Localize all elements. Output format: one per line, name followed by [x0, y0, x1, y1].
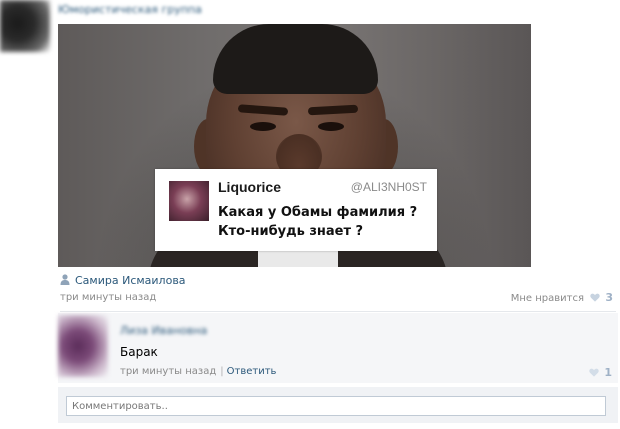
- post-divider: [60, 311, 616, 312]
- reply-link[interactable]: Ответить: [227, 366, 277, 377]
- post-like-button[interactable]: Мне нравится 3: [511, 291, 613, 304]
- person-icon: [60, 274, 70, 285]
- comment-meta: три минуты назад | Ответить: [120, 366, 276, 377]
- tweet-text-line1: Какая у Обамы фамилия ?: [218, 205, 418, 220]
- post-author-name[interactable]: Самира Исмаилова: [75, 274, 186, 287]
- post-like-count: 3: [605, 291, 613, 304]
- post-time[interactable]: три минуты назад: [60, 292, 156, 303]
- heart-icon: [588, 367, 599, 377]
- photo-eye-left: [250, 122, 276, 131]
- comment-like-button[interactable]: 1: [586, 366, 612, 379]
- meta-separator: |: [220, 366, 224, 377]
- comment-input[interactable]: [66, 396, 606, 416]
- post-photo[interactable]: Liquorice @ALI3NH0ST Какая у Обамы фамил…: [58, 24, 531, 267]
- comment-input-area: [58, 387, 618, 423]
- tweet-name: Liquorice: [218, 179, 282, 195]
- tweet-card: Liquorice @ALI3NH0ST Какая у Обамы фамил…: [155, 169, 437, 251]
- tweet-avatar: [169, 181, 209, 221]
- post-author-row[interactable]: Самира Исмаилова: [60, 274, 186, 287]
- tweet-handle: @ALI3NH0ST: [350, 180, 427, 194]
- comment-text: Барак: [120, 345, 158, 359]
- comment-time[interactable]: три минуты назад: [120, 366, 216, 377]
- photo-hair: [213, 24, 378, 94]
- comment-like-count: 1: [604, 366, 612, 379]
- photo-eye-right: [318, 122, 344, 131]
- group-name-link[interactable]: Юмористическая группа: [58, 3, 202, 16]
- comment-author-link[interactable]: Лиза Ивановна: [120, 324, 207, 337]
- tweet-text: Какая у Обамы фамилия ? Кто-нибудь знает…: [218, 203, 433, 241]
- comment-item: Лиза Ивановна Барак три минуты назад | Отв…: [58, 313, 618, 383]
- heart-icon: [590, 293, 600, 302]
- like-label: Мне нравится: [510, 293, 584, 304]
- comment-avatar[interactable]: [58, 315, 108, 377]
- tweet-text-line2: Кто-нибудь знает ?: [218, 224, 364, 239]
- group-avatar[interactable]: [0, 0, 50, 52]
